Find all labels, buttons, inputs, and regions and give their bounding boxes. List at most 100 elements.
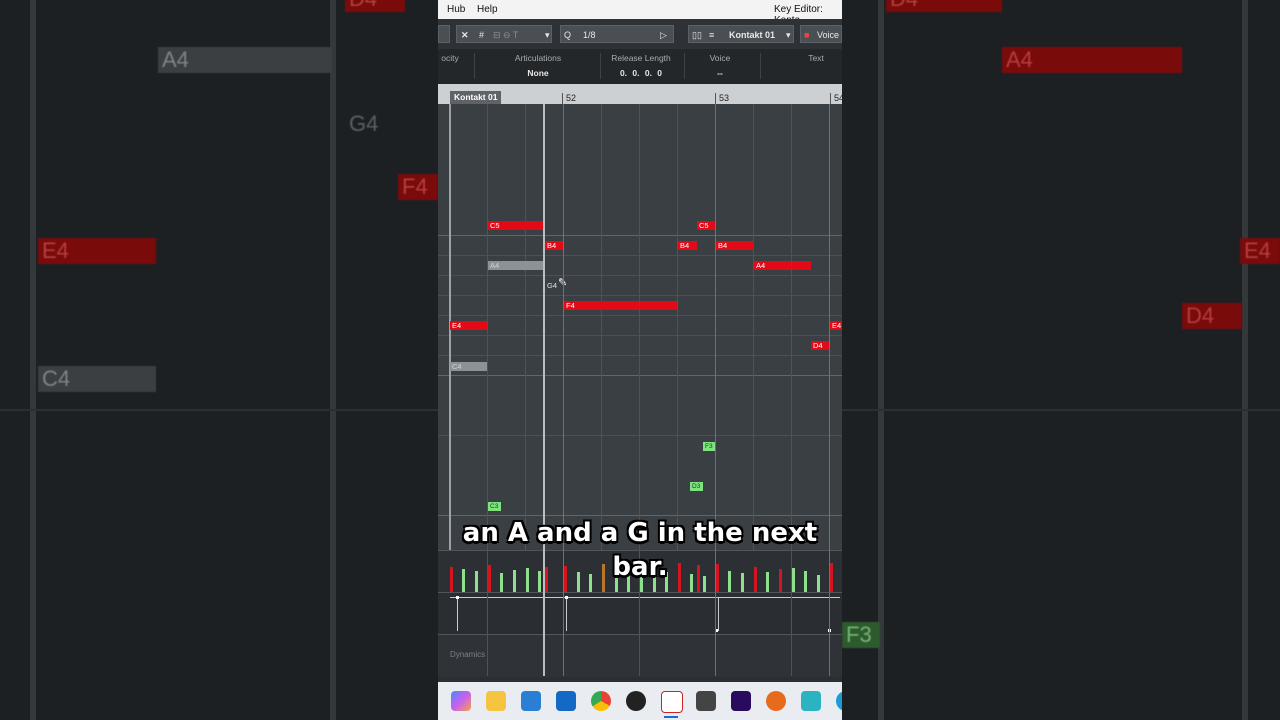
store-icon[interactable]: [521, 691, 541, 711]
controller-point[interactable]: [456, 596, 459, 599]
divider: [684, 53, 685, 79]
instrument-name: Kontakt 01: [729, 30, 776, 40]
windows-taskbar: [438, 682, 842, 720]
info-release-length[interactable]: Release Length 0. 0. 0. 0: [608, 53, 674, 78]
voice-label: Voice: [817, 30, 840, 40]
voice-button[interactable]: ■ Voice: [800, 25, 842, 43]
chevron-down-icon[interactable]: ▾: [786, 26, 791, 44]
snap-mode-icon[interactable]: ⊟ ⊖ T: [493, 26, 518, 44]
controller-curve: [450, 597, 840, 598]
toolbar-button[interactable]: [438, 25, 450, 43]
info-velocity[interactable]: ocity: [438, 53, 462, 63]
info-voice-value: --: [717, 68, 723, 78]
layout-icon: ▯▯: [692, 30, 702, 40]
ghost-note[interactable]: C4: [450, 362, 487, 371]
bar-number: 54: [834, 93, 842, 103]
grid-line: [438, 355, 842, 356]
list-icon: ≡: [709, 30, 715, 40]
ruler-tick: [562, 93, 563, 104]
background-note: E4: [1240, 238, 1280, 264]
grid-line: [438, 295, 842, 296]
key-editor-window: Hub Help Key Editor: Konta ✕ # ⊟ ⊖ T ▾ Q…: [438, 0, 842, 720]
copilot-icon[interactable]: [451, 691, 471, 711]
controller-point[interactable]: [565, 596, 568, 599]
background-note: C4: [38, 366, 156, 392]
info-articulations-label: Articulations: [514, 53, 562, 63]
midi-note[interactable]: B4: [545, 241, 563, 250]
video-caption: an A and a G in the next bar.: [438, 516, 842, 584]
lane-bar-line: [563, 104, 564, 676]
info-voice[interactable]: Voice --: [696, 53, 744, 78]
edge-icon[interactable]: [836, 691, 842, 711]
palette-icon: ■: [804, 30, 810, 40]
instrument-select[interactable]: ▯▯ ≡ Kontakt 01 ▾: [688, 25, 794, 43]
chrome-icon[interactable]: [591, 691, 611, 711]
midi-note[interactable]: D4: [811, 341, 830, 350]
voice-app-icon[interactable]: [696, 691, 716, 711]
note-name-label: G4: [547, 281, 558, 290]
beat-line: [677, 104, 678, 550]
piano-roll-grid[interactable]: C5 B4 A4 G4 ✎ F4 E4 C4 C5 B4 B4 A4 E4 D4…: [438, 104, 842, 550]
controller-curve: [566, 597, 567, 631]
midi-note[interactable]: B4: [716, 241, 754, 250]
midi-note[interactable]: C5: [697, 221, 715, 230]
midi-note[interactable]: C5: [488, 221, 543, 230]
menu-hub[interactable]: Hub: [447, 4, 465, 15]
audition-icon[interactable]: [766, 691, 786, 711]
bar-number: 53: [719, 93, 730, 103]
caption-line-1: an A and a G in the next: [462, 518, 818, 548]
background-note: D4: [1182, 303, 1242, 329]
background-note: A4: [1002, 47, 1182, 73]
midi-note[interactable]: A4: [754, 261, 811, 270]
midi-note[interactable]: C3: [488, 502, 501, 511]
controller-curve: [457, 597, 458, 631]
playhead-cursor[interactable]: [543, 104, 545, 550]
midi-note[interactable]: E4: [450, 321, 487, 330]
menu-help[interactable]: Help: [477, 4, 498, 15]
outlook-icon[interactable]: [556, 691, 576, 711]
info-line: ocity Articulations None Release Length …: [438, 49, 842, 84]
lane-bar-line: [829, 104, 830, 676]
grid-line: [438, 435, 842, 436]
midi-note[interactable]: B4: [678, 241, 697, 250]
background-gridline: [1242, 0, 1248, 720]
grid-icon[interactable]: #: [479, 26, 484, 44]
background-gridline: [30, 0, 36, 720]
background-note: G4: [349, 111, 379, 136]
ruler-tick: [715, 93, 716, 104]
close-icon[interactable]: ✕: [461, 26, 469, 44]
chevron-down-icon[interactable]: ▾: [545, 26, 550, 44]
divider: [600, 53, 601, 79]
info-velocity-label: ocity: [441, 53, 459, 63]
background-note: F4: [398, 174, 438, 200]
cubase-icon[interactable]: [661, 691, 683, 713]
info-articulations-value: None: [527, 68, 549, 78]
controller-lane[interactable]: [438, 592, 842, 635]
active-app-indicator: [664, 716, 678, 718]
dynamics-lane[interactable]: Dynamics: [438, 634, 842, 677]
midi-note[interactable]: D3: [690, 482, 703, 491]
background-note: E4: [38, 238, 156, 264]
info-release-label: Release Length: [611, 53, 671, 63]
quantize-select[interactable]: Q 1/8 ▷: [560, 25, 674, 43]
timeline-ruler[interactable]: Kontakt 01 52 53 54: [438, 84, 842, 104]
ruler-tick: [830, 93, 831, 104]
editor-icon[interactable]: [801, 691, 821, 711]
info-articulations[interactable]: Articulations None: [500, 53, 576, 78]
file-explorer-icon[interactable]: [486, 691, 506, 711]
midi-note[interactable]: E4: [830, 321, 842, 330]
grid-line: [438, 235, 842, 236]
info-text[interactable]: Text: [796, 53, 836, 63]
midi-note[interactable]: F4: [564, 301, 677, 310]
controller-curve: [718, 597, 719, 631]
play-icon[interactable]: ▷: [660, 26, 667, 44]
grid-line: [438, 275, 842, 276]
premiere-icon[interactable]: [731, 691, 751, 711]
dynamics-label: Dynamics: [450, 650, 486, 659]
snap-group[interactable]: ✕ # ⊟ ⊖ T ▾: [456, 25, 552, 43]
ghost-note[interactable]: A4: [488, 261, 543, 270]
obs-icon[interactable]: [626, 691, 646, 711]
divider: [760, 53, 761, 79]
grid-line: [438, 315, 842, 316]
track-name-label: Kontakt 01: [450, 91, 502, 104]
